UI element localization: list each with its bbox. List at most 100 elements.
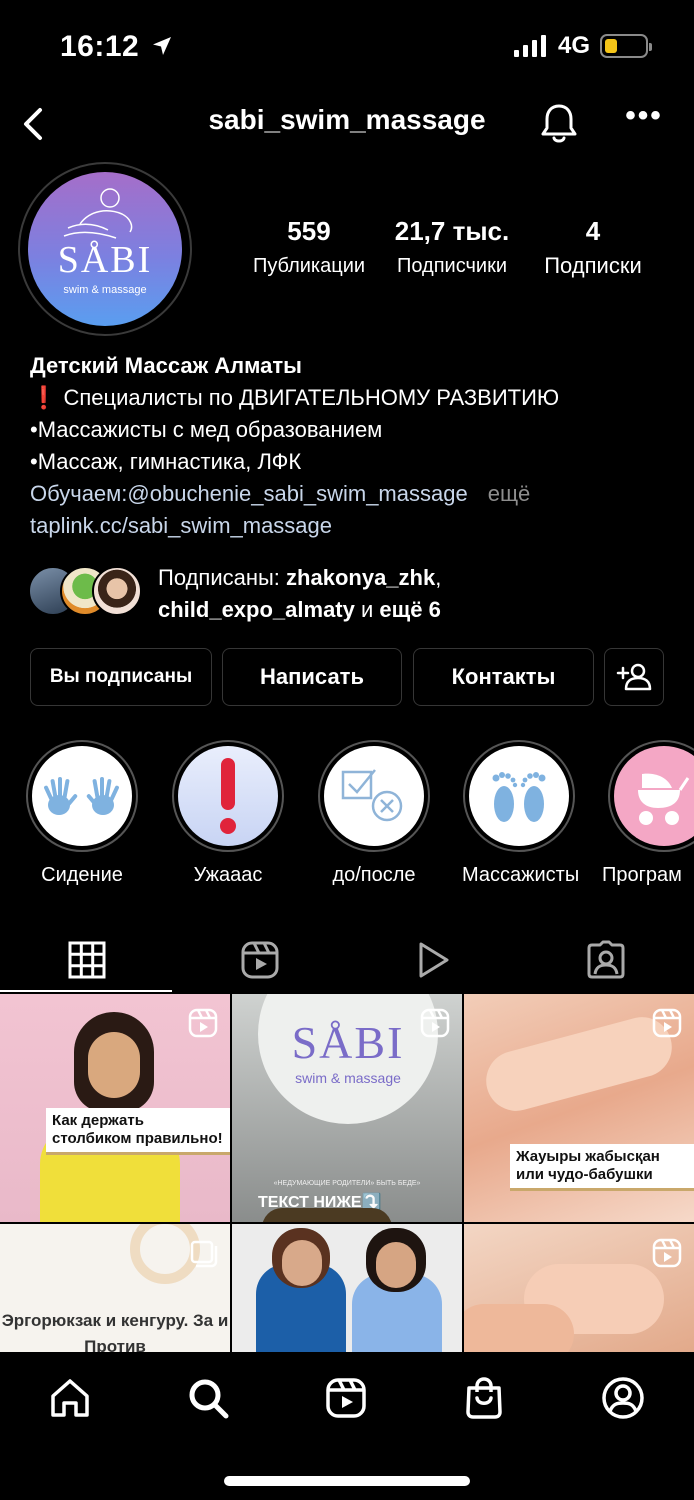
profile-username: sabi_swim_massage	[208, 104, 486, 135]
contacts-button[interactable]: Контакты	[413, 648, 594, 706]
post-tile[interactable]: Как держать столбиком правильно!	[0, 994, 230, 1222]
search-icon	[189, 1379, 229, 1419]
nav-home[interactable]	[46, 1374, 94, 1422]
stat-posts-value: 559	[287, 216, 331, 246]
hands-icon	[44, 777, 119, 815]
stat-followers-label: Подписчики	[396, 255, 508, 277]
reel-badge-icon	[188, 1008, 218, 1038]
followed-by-conj: и	[361, 597, 374, 622]
post-image-figure	[262, 1208, 392, 1222]
profile-icon	[602, 1377, 644, 1419]
followed-by-user: zhakonya_zhk	[286, 565, 436, 590]
highlight-item[interactable]: Ужааас	[171, 740, 285, 887]
reel-badge-icon	[652, 1008, 682, 1038]
post-image-sign: SÅBI swim & massage	[258, 994, 438, 1124]
post-image-figure	[88, 1032, 140, 1098]
stat-posts[interactable]: 559 Публикации	[246, 216, 372, 278]
reels-icon	[241, 941, 278, 979]
post-tile[interactable]	[464, 1224, 694, 1354]
post-tile[interactable]	[232, 1224, 462, 1354]
avatar-logo-text: SÅBI	[57, 239, 153, 281]
stat-followers-value: 21,7 тыс.	[394, 216, 510, 246]
profile-tabs	[0, 928, 694, 992]
bell-icon[interactable]	[536, 100, 582, 146]
post-image-hand	[479, 1010, 679, 1118]
status-indicators: 4G	[513, 32, 652, 60]
post-sign-logo: SÅBI	[291, 1017, 405, 1068]
post-tile[interactable]: SÅBI swim & massage «НЕДУМАЮЩИЕ РОДИТЕЛИ…	[232, 994, 462, 1222]
followed-by-prefix: Подписаны:	[158, 565, 280, 590]
nav-search[interactable]	[184, 1374, 232, 1422]
avatar-image: SÅBI swim & massage	[28, 172, 182, 326]
following-button[interactable]: Вы подписаны	[30, 648, 212, 706]
network-type: 4G	[557, 32, 590, 59]
highlight-label: до/после	[332, 864, 416, 886]
followed-by-text[interactable]: Подписаны: zhakonya_zhk, child_expo_alma…	[158, 562, 441, 626]
location-arrow-icon	[153, 37, 172, 55]
stat-following-label: Подписки	[544, 253, 642, 278]
post-caption: Как держать столбиком правильно!	[46, 1108, 230, 1155]
highlight-label: Ужааас	[193, 864, 263, 886]
avatar-logo-sub: swim & massage	[63, 284, 147, 296]
post-caption: Эргорюкзак и кенгуру. За и Против	[1, 1311, 229, 1354]
nav-shop[interactable]	[460, 1374, 508, 1422]
play-icon	[419, 942, 448, 978]
followed-by-rest: ещё 6	[379, 597, 441, 622]
add-user-button[interactable]	[604, 648, 664, 706]
tab-indicator	[0, 990, 172, 992]
grid-icon	[68, 941, 105, 979]
status-time: 16:12	[60, 30, 174, 64]
highlight-item[interactable]: Массажисты	[462, 740, 580, 887]
signal-icon	[513, 35, 546, 57]
profile-name: Детский Массаж Алматы	[30, 353, 302, 378]
home-icon	[51, 1379, 89, 1417]
post-sign-sub: swim & massage	[295, 1070, 401, 1086]
multi-post-icon	[190, 1240, 218, 1268]
nav-reels[interactable]	[322, 1374, 370, 1422]
highlight-item[interactable]: до/после	[317, 740, 431, 887]
reel-badge-icon	[652, 1238, 682, 1268]
post-tile[interactable]: Эргорюкзак и кенгуру. За и Против	[0, 1224, 230, 1354]
highlight-label: Массажисты	[462, 864, 580, 886]
reels-icon	[326, 1378, 366, 1418]
add-user-icon	[616, 663, 652, 691]
bio-more-link[interactable]: ещё	[488, 481, 531, 506]
feet-icon	[492, 772, 546, 822]
posts-grid: Как держать столбиком правильно! SÅBI sw…	[0, 994, 694, 1354]
bio-website-link[interactable]: taplink.cc/sabi_swim_massage	[30, 510, 670, 542]
exclamation-icon	[220, 758, 236, 834]
message-button[interactable]: Написать	[222, 648, 402, 706]
post-image-hand	[464, 1304, 574, 1354]
tagged-user-icon	[587, 940, 624, 979]
post-image-figure	[282, 1240, 322, 1286]
highlight-label: Програм	[602, 864, 682, 886]
battery-icon	[600, 34, 652, 58]
checkbox-icon	[341, 769, 403, 822]
post-tile[interactable]: Жауыры жабысқан или чудо-бабушки	[464, 994, 694, 1222]
profile-bio: Детский Массаж Алматы ❗ Специалисты по Д…	[30, 350, 670, 542]
home-indicator	[224, 1476, 470, 1486]
followed-by-avatars[interactable]	[28, 566, 148, 618]
tab-reels[interactable]	[173, 928, 346, 992]
followed-by-user: child_expo_almaty	[158, 597, 355, 622]
post-image-figure	[376, 1242, 416, 1288]
mother-baby-logo-icon	[63, 188, 133, 239]
profile-avatar[interactable]: SÅBI swim & massage	[18, 162, 192, 336]
highlight-item[interactable]: Програм	[602, 740, 694, 887]
stat-followers[interactable]: 21,7 тыс. Подписчики	[386, 216, 518, 278]
tab-video[interactable]	[346, 928, 519, 992]
highlight-item[interactable]: Сидение	[25, 740, 139, 887]
more-options-icon[interactable]: •••	[622, 101, 666, 142]
tab-grid[interactable]	[0, 928, 173, 992]
tab-tagged[interactable]	[519, 928, 692, 992]
bio-line: •Массаж, гимнастика, ЛФК	[30, 449, 302, 474]
shopping-bag-icon	[466, 1377, 502, 1419]
bio-teach-mention[interactable]: Обучаем:@obuchenie_sabi_swim_massage	[30, 481, 468, 506]
stat-following-value: 4	[585, 216, 601, 246]
bio-line: •Массажисты с мед образованием	[30, 417, 383, 442]
stat-following[interactable]: 4 Подписки	[532, 216, 654, 279]
reel-badge-icon	[420, 1008, 450, 1038]
highlight-label: Сидение	[41, 864, 123, 886]
post-small-text: «НЕДУМАЮЩИЕ РОДИТЕЛИ» БЫТЬ БЕДЕ»	[273, 1180, 421, 1187]
nav-profile[interactable]	[599, 1374, 647, 1422]
